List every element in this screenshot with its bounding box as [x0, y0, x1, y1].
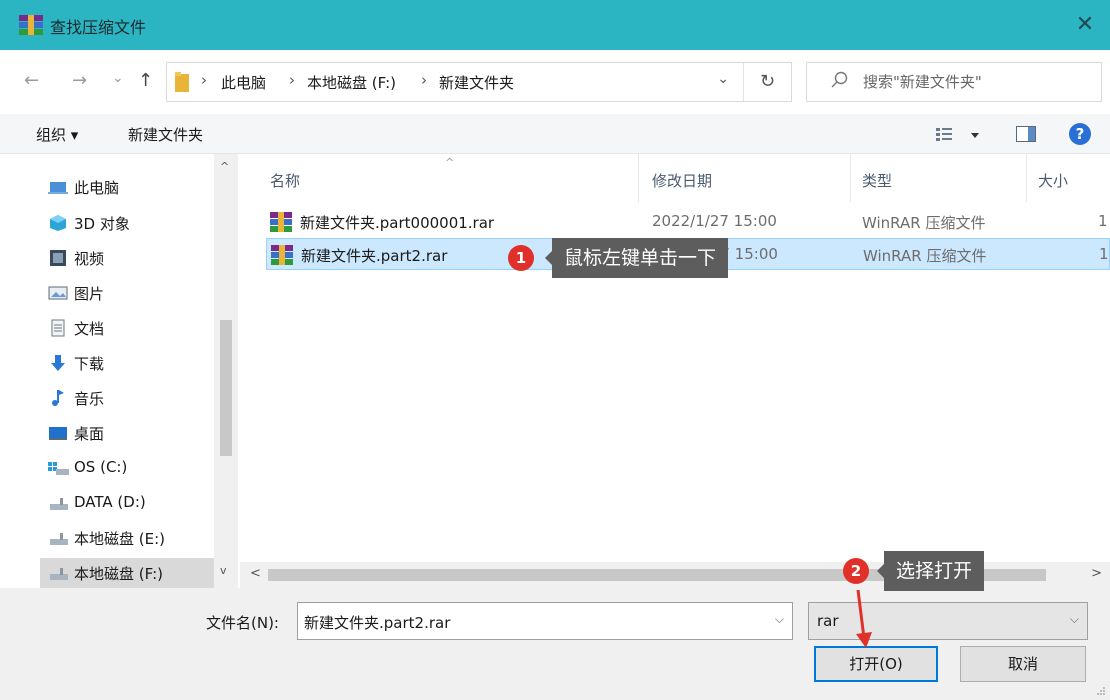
command-toolbar: 组织 ▾ 新建文件夹 ?	[0, 114, 1110, 154]
sidebar-item-3d-objects[interactable]: 3D 对象	[48, 208, 228, 238]
column-header-size[interactable]: 大小	[1038, 170, 1068, 191]
search-box[interactable]	[806, 62, 1102, 102]
sidebar-item-music[interactable]: 音乐	[48, 383, 228, 413]
sidebar-item-drive-d[interactable]: DATA (D:)	[48, 488, 228, 518]
file-name: 新建文件夹.part000001.rar	[300, 214, 495, 232]
drive-icon	[50, 498, 68, 510]
breadcrumb-new-folder[interactable]: 新建文件夹	[439, 72, 514, 93]
pointer-arrow-icon	[856, 589, 872, 648]
file-size: 1	[1099, 245, 1109, 263]
3d-objects-icon	[50, 215, 66, 231]
column-divider[interactable]	[638, 154, 639, 202]
address-bar[interactable]: › 此电脑 › 本地磁盘 (F:) › 新建文件夹 ⌄ ↻	[166, 62, 792, 102]
breadcrumb-separator: ›	[201, 71, 207, 89]
sidebar-scroll-thumb[interactable]	[220, 320, 232, 456]
sidebar-item-drive-c[interactable]: OS (C:)	[48, 453, 228, 483]
desktop-icon	[49, 427, 67, 440]
search-input[interactable]	[863, 71, 1083, 93]
chevron-down-icon[interactable]: ⌵	[1070, 612, 1079, 627]
resize-grip-icon[interactable]	[1096, 686, 1106, 696]
column-divider[interactable]	[1026, 154, 1027, 202]
winrar-app-icon	[19, 15, 43, 35]
back-arrow-icon[interactable]: ←	[24, 70, 39, 91]
address-dropdown-icon[interactable]: ⌄	[717, 71, 729, 87]
file-name: 新建文件夹.part2.rar	[301, 247, 448, 265]
folder-icon	[175, 72, 189, 92]
open-button[interactable]: 打开(O)	[814, 646, 938, 682]
winrar-file-icon	[270, 212, 292, 232]
view-options-icon[interactable]	[934, 124, 984, 146]
sidebar-item-pictures[interactable]: 图片	[48, 278, 228, 308]
video-icon	[50, 250, 66, 266]
file-type: WinRAR 压缩文件	[863, 247, 987, 265]
step-2-tooltip: 选择打开	[877, 551, 985, 591]
new-folder-button[interactable]: 新建文件夹	[128, 124, 203, 145]
winrar-file-icon	[271, 245, 293, 265]
sidebar-item-this-pc[interactable]: 此电脑	[48, 172, 228, 202]
sidebar-item-videos[interactable]: 视频	[48, 243, 228, 273]
step-2-text: 选择打开	[896, 560, 973, 582]
organize-menu-button[interactable]: 组织 ▾	[36, 124, 78, 145]
filename-label: 文件名(N):	[206, 614, 279, 632]
file-type: WinRAR 压缩文件	[862, 214, 986, 232]
scroll-right-icon[interactable]: >	[1091, 566, 1102, 581]
preview-pane-icon[interactable]	[1016, 126, 1036, 142]
window-title: 查找压缩文件	[50, 18, 147, 37]
refresh-icon[interactable]: ↻	[743, 63, 791, 101]
drive-icon	[50, 568, 68, 580]
help-icon[interactable]: ?	[1069, 123, 1091, 145]
scroll-up-icon[interactable]: ^	[220, 160, 229, 173]
dialog-footer: 文件名(N): ⌵ rar ⌵ 打开(O) 取消	[0, 588, 1110, 700]
navigation-bar: ← → ⌄ ↑ › 此电脑 › 本地磁盘 (F:) › 新建文件夹 ⌄ ↻	[0, 50, 1110, 114]
breadcrumb-separator: ›	[421, 71, 427, 89]
filename-combobox[interactable]: ⌵	[297, 602, 793, 640]
sidebar-item-downloads[interactable]: 下载	[48, 348, 228, 378]
chevron-down-icon[interactable]: ⌵	[775, 612, 784, 627]
drive-os-icon	[48, 462, 69, 475]
sidebar-item-documents[interactable]: 文档	[48, 313, 228, 343]
downloads-icon	[51, 355, 65, 371]
file-date: 2022/1/27 15:00	[652, 212, 777, 230]
close-icon[interactable]: ✕	[1070, 10, 1100, 40]
scroll-left-icon[interactable]: <	[250, 566, 261, 581]
sidebar-scrollbar[interactable]: ^ v	[214, 154, 238, 588]
column-header-name[interactable]: 名称	[270, 170, 300, 191]
sidebar-item-drive-f[interactable]: 本地磁盘 (F:)	[40, 558, 214, 588]
file-list: ^ 名称 修改日期 类型 大小 新建文件夹.part000001.rar 202…	[240, 154, 1110, 562]
navigation-pane: 此电脑 3D 对象 视频 图片 文档 下载 音乐 桌面 OS (C:) DATA…	[0, 154, 240, 588]
tooltip-notch	[545, 251, 552, 265]
sort-ascending-icon: ^	[445, 156, 455, 169]
search-icon	[831, 71, 848, 88]
up-arrow-icon[interactable]: ↑	[138, 70, 153, 91]
sidebar-item-desktop[interactable]: 桌面	[48, 418, 228, 448]
step-1-badge: 1	[508, 245, 534, 271]
cancel-button[interactable]: 取消	[960, 646, 1086, 682]
title-bar: 查找压缩文件 ✕	[0, 0, 1110, 50]
step-1-tooltip: 鼠标左键单击一下	[545, 238, 729, 278]
filetype-value: rar	[817, 612, 839, 630]
column-header-type[interactable]: 类型	[862, 170, 892, 191]
music-icon	[52, 390, 64, 406]
step-2-badge: 2	[843, 558, 869, 584]
filename-input[interactable]	[304, 611, 754, 633]
pc-icon	[48, 182, 68, 194]
drive-icon	[50, 533, 68, 545]
file-size: 1	[1098, 212, 1108, 230]
column-divider[interactable]	[850, 154, 851, 202]
tooltip-notch	[877, 564, 884, 578]
step-1-text: 鼠标左键单击一下	[564, 247, 717, 269]
recent-locations-chevron-icon[interactable]: ⌄	[112, 70, 124, 86]
breadcrumb-drive-f[interactable]: 本地磁盘 (F:)	[307, 72, 396, 93]
breadcrumb-separator: ›	[289, 71, 295, 89]
documents-icon	[51, 319, 65, 337]
scroll-down-icon[interactable]: v	[220, 564, 227, 577]
breadcrumb-this-pc[interactable]: 此电脑	[221, 72, 266, 93]
column-header-date[interactable]: 修改日期	[652, 170, 712, 191]
pictures-icon	[48, 286, 68, 300]
table-row[interactable]: 新建文件夹.part000001.rar 2022/1/27 15:00 Win…	[266, 206, 1110, 238]
forward-arrow-icon[interactable]: →	[72, 70, 87, 91]
sidebar-item-drive-e[interactable]: 本地磁盘 (E:)	[48, 523, 228, 553]
